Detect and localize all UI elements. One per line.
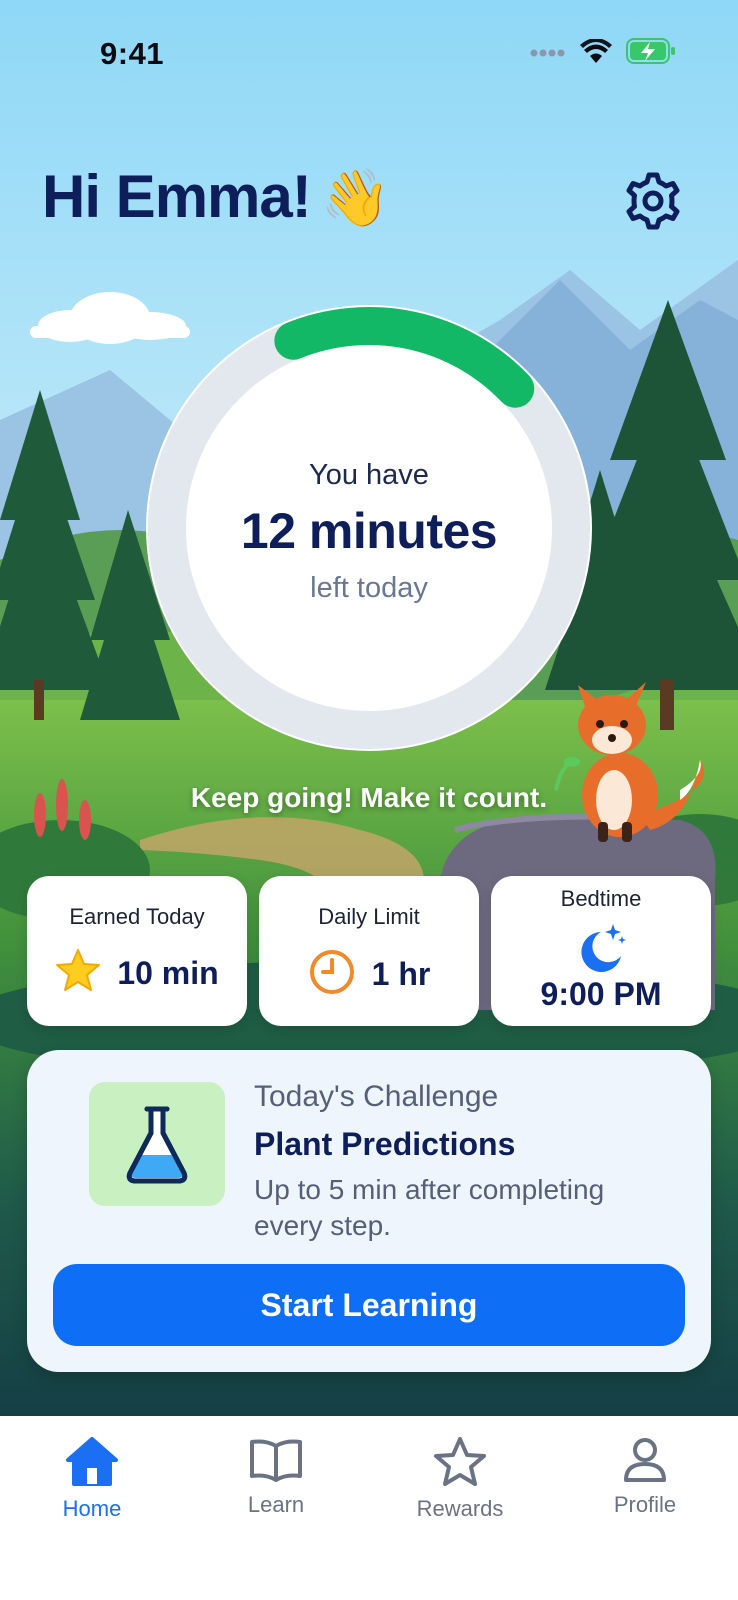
clock-icon <box>308 948 356 1001</box>
stat-row: 1 hr <box>259 948 479 1001</box>
stat-value: 1 hr <box>371 956 431 992</box>
star-outline-icon <box>434 1437 486 1486</box>
challenge-title: Plant Predictions <box>254 1126 516 1162</box>
stat-value: 10 min <box>117 955 219 991</box>
tab-label: Home <box>62 1496 122 1521</box>
settings-button[interactable] <box>622 170 684 232</box>
start-learning-button[interactable]: Start Learning <box>53 1264 685 1346</box>
ring-text: You have 12 minutes left today <box>144 303 594 753</box>
tab-label: Profile <box>613 1492 677 1517</box>
status-icons <box>530 38 676 69</box>
stat-label: Earned Today <box>69 904 205 929</box>
tab-label: Rewards <box>416 1496 504 1521</box>
status-time: 9:41 <box>100 36 165 71</box>
greeting-text: Hi Emma! <box>42 163 312 230</box>
person-icon <box>624 1438 666 1482</box>
stat-daily-limit: Daily Limit 1 hr <box>259 876 479 1026</box>
tab-bar: Home Learn Rewards Profile <box>0 1416 738 1600</box>
stat-bedtime: Bedtime 9:00 PM <box>491 876 711 1026</box>
greeting-heading: Hi Emma! 👋 <box>42 162 391 231</box>
gear-icon <box>626 172 680 230</box>
stat-label: Bedtime <box>560 886 642 911</box>
battery-charging-icon <box>626 38 676 69</box>
time-suffix: left today <box>310 572 428 604</box>
time-remaining-ring: You have 12 minutes left today <box>144 303 594 753</box>
tab-profile[interactable]: Profile <box>575 1436 715 1546</box>
stat-row: 10 min <box>27 948 247 999</box>
wifi-icon <box>580 38 612 68</box>
stat-earned-today: Earned Today 10 min <box>27 876 247 1026</box>
time-prefix: You have <box>309 459 429 491</box>
encouragement-text: Keep going! Make it count. <box>190 782 548 813</box>
flask-icon <box>126 1106 188 1184</box>
tab-learn[interactable]: Learn <box>206 1436 346 1546</box>
stat-value: 9:00 PM <box>540 976 662 1012</box>
challenge-description: Up to 5 min after completing every step. <box>254 1174 605 1241</box>
stat-label: Daily Limit <box>318 904 420 929</box>
challenge-icon-tile <box>89 1082 225 1206</box>
tab-home[interactable]: Home <box>22 1436 162 1546</box>
book-icon <box>250 1439 302 1482</box>
wave-emoji: 👋 <box>320 166 391 229</box>
star-icon <box>55 948 101 999</box>
daily-challenge-card: Today's Challenge Plant Predictions Up t… <box>27 1050 711 1372</box>
moon-stars-icon <box>491 920 711 976</box>
home-icon <box>66 1437 118 1486</box>
signal-dots-icon <box>530 45 566 63</box>
tab-rewards[interactable]: Rewards <box>390 1436 530 1546</box>
time-remaining-value: 12 minutes <box>240 503 498 559</box>
challenge-kicker: Today's Challenge <box>254 1080 499 1113</box>
tab-label: Learn <box>247 1492 305 1517</box>
status-bar: 9:41 <box>0 0 738 110</box>
